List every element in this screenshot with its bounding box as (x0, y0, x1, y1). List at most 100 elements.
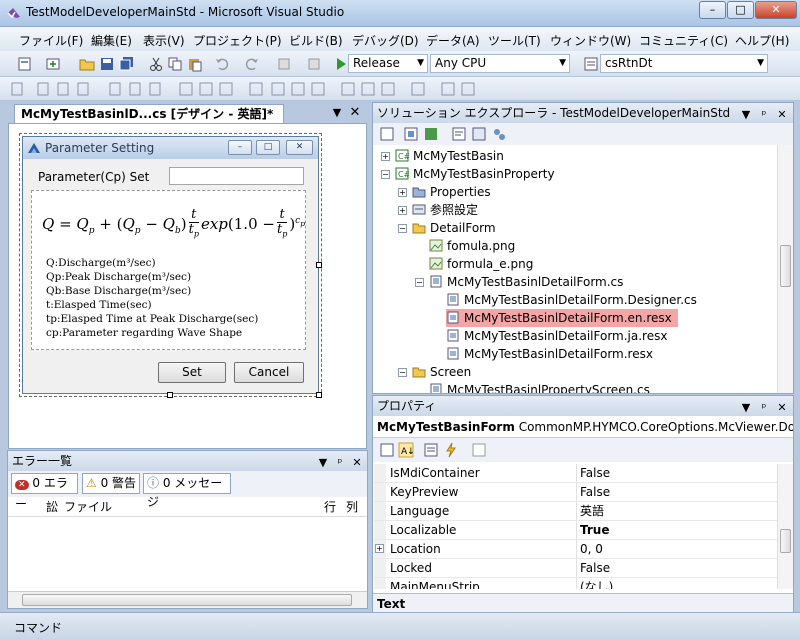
pin-icon[interactable]: ᵖ (757, 105, 771, 125)
properties-icon[interactable] (379, 126, 395, 142)
tree-item[interactable]: McMyTestBasinlPropertyScreen.cs (429, 381, 650, 393)
close-icon[interactable]: ✕ (350, 453, 364, 473)
tree-item[interactable]: C# McMyTestBasin (395, 147, 504, 165)
tree-item[interactable]: fomula.png (429, 237, 515, 255)
menu-file[interactable]: ファイル(F) (19, 32, 83, 49)
form-minimize-button[interactable]: – (228, 140, 252, 155)
window-position-icon[interactable]: ▼ (739, 105, 753, 125)
menu-build[interactable]: ビルド(B) (289, 32, 343, 49)
vertical-scrollbar[interactable] (777, 464, 793, 589)
solution-platform-select[interactable]: Any CPU ▼ (430, 54, 570, 73)
column-line[interactable]: 行 (324, 497, 336, 517)
collapse-toggle[interactable]: − (398, 224, 407, 233)
tree-item[interactable]: 参照設定 (412, 201, 478, 219)
tree-item[interactable]: DetailForm (412, 219, 496, 237)
maximize-button[interactable]: □ (727, 1, 754, 19)
resize-handle[interactable] (316, 392, 322, 398)
save-icon[interactable] (99, 56, 115, 72)
redo-icon[interactable] (244, 56, 260, 72)
menu-tools[interactable]: ツール(T) (488, 32, 541, 49)
collapse-toggle[interactable]: − (398, 368, 407, 377)
scrollbar-thumb[interactable] (780, 245, 791, 287)
menu-edit[interactable]: 編集(E) (91, 32, 132, 49)
close-button[interactable]: ✕ (755, 1, 797, 19)
tree-item[interactable]: McMyTestBasinlDetailForm.cs (429, 273, 623, 291)
class-diagram-icon[interactable] (491, 126, 507, 142)
scrollbar-thumb[interactable] (22, 594, 352, 606)
minimize-button[interactable]: – (699, 1, 726, 19)
menu-project[interactable]: プロジェクト(P) (193, 32, 282, 49)
object-selector[interactable]: McMyTestBasinForm CommonMP.HYMCO.CoreOpt… (373, 416, 793, 438)
expand-toggle[interactable]: + (398, 188, 407, 197)
property-value[interactable]: 英語 (580, 502, 604, 520)
properties-view-icon[interactable] (423, 442, 439, 458)
property-value[interactable]: False (580, 483, 610, 501)
property-pages-icon[interactable] (471, 442, 487, 458)
tree-item[interactable]: McMyTestBasinlDetailForm.en.resx (446, 309, 678, 327)
find-icon[interactable] (583, 56, 599, 72)
close-document-icon[interactable]: ✕ (348, 105, 362, 120)
messages-filter-button[interactable]: ⓘ 0 メッセージ (143, 473, 231, 509)
collapse-toggle[interactable]: − (415, 278, 424, 287)
property-row[interactable]: MainMenuStrip (なし) (374, 578, 778, 589)
horizontal-scrollbar[interactable] (8, 591, 367, 608)
navigate-backward-icon[interactable] (276, 56, 292, 72)
set-button[interactable]: Set (158, 362, 226, 383)
tab-designer[interactable]: McMyTestBasinlD...cs [デザイン - 英語]* (14, 104, 284, 123)
tree-item[interactable]: McMyTestBasinlDetailForm.resx (446, 345, 653, 363)
resize-handle[interactable] (167, 392, 173, 398)
scrollbar-thumb[interactable] (780, 529, 791, 553)
window-position-icon[interactable]: ▼ (330, 106, 344, 119)
copy-icon[interactable] (167, 56, 183, 72)
vertical-scrollbar[interactable] (777, 145, 793, 393)
property-row[interactable]: Locked False (374, 559, 778, 578)
property-value[interactable]: 0, 0 (580, 540, 603, 558)
property-row[interactable]: Localizable True (374, 521, 778, 540)
paste-icon[interactable] (187, 56, 203, 72)
layout-alignment-icons[interactable] (10, 80, 480, 98)
column-file[interactable]: ファイル (64, 497, 112, 517)
pin-icon[interactable]: ᵖ (757, 398, 771, 418)
parameter-input[interactable] (169, 167, 304, 185)
menu-debug[interactable]: デバッグ(D) (352, 32, 419, 49)
alphabetical-icon[interactable]: A↓ (398, 442, 414, 458)
categorized-icon[interactable] (379, 442, 395, 458)
tree-item[interactable]: McMyTestBasinlDetailForm.Designer.cs (446, 291, 697, 309)
property-value[interactable]: False (580, 559, 610, 577)
solution-configuration-select[interactable]: Release ▼ (348, 54, 428, 73)
form-maximize-button[interactable]: □ (256, 140, 280, 155)
menu-help[interactable]: ヘルプ(H) (735, 32, 789, 49)
cut-icon[interactable] (148, 56, 164, 72)
view-designer-icon[interactable] (471, 126, 487, 142)
find-combo[interactable]: csRtnDt ▼ (600, 54, 768, 73)
tree-item[interactable]: McMyTestBasinlDetailForm.ja.resx (446, 327, 667, 345)
tree-item[interactable]: formula_e.png (429, 255, 533, 273)
property-row[interactable]: IsMdiContainer False (374, 464, 778, 483)
window-position-icon[interactable]: ▼ (316, 453, 330, 473)
resize-handle[interactable] (316, 262, 322, 268)
property-value[interactable]: False (580, 464, 610, 482)
expand-toggle[interactable]: + (398, 206, 407, 215)
property-row[interactable]: KeyPreview False (374, 483, 778, 502)
new-project-icon[interactable] (17, 56, 33, 72)
property-row[interactable]: + Location 0, 0 (374, 540, 778, 559)
form-close-button[interactable]: ✕ (286, 140, 313, 155)
save-all-icon[interactable] (119, 56, 135, 72)
pin-icon[interactable]: ᵖ (333, 453, 347, 473)
collapse-toggle[interactable]: − (381, 170, 390, 179)
open-folder-icon[interactable] (79, 56, 95, 72)
undo-icon[interactable] (214, 56, 230, 72)
tree-item[interactable]: Screen (412, 363, 471, 381)
errors-filter-button[interactable]: ✕ 0 エラー (11, 473, 78, 511)
expand-toggle[interactable]: + (381, 152, 390, 161)
close-icon[interactable]: ✕ (775, 105, 789, 125)
tree-item[interactable]: C# McMyTestBasinProperty (395, 165, 555, 183)
cancel-button[interactable]: Cancel (234, 362, 304, 383)
show-all-files-icon[interactable] (403, 126, 419, 142)
property-value[interactable]: True (580, 521, 609, 539)
view-code-icon[interactable] (451, 126, 467, 142)
menu-community[interactable]: コミュニティ(C) (639, 32, 728, 49)
tree-item[interactable]: Properties (412, 183, 491, 201)
menu-data[interactable]: データ(A) (426, 32, 480, 49)
property-value[interactable]: (なし) (580, 578, 613, 589)
